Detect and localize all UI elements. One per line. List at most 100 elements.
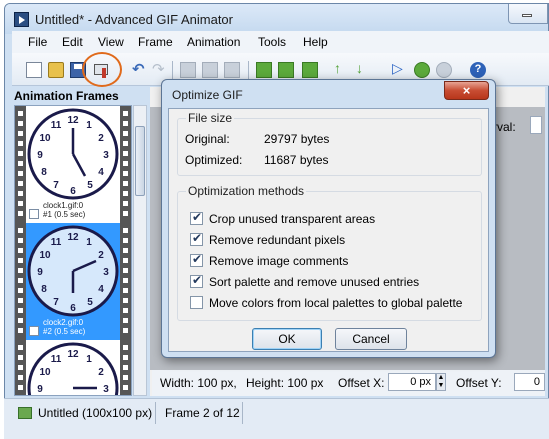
svg-text:9: 9 <box>37 384 43 395</box>
svg-text:11: 11 <box>51 354 62 365</box>
status-separator <box>155 402 156 424</box>
svg-text:12: 12 <box>67 115 79 126</box>
crop-transparent-label[interactable]: Crop unused transparent areas <box>209 212 375 226</box>
frame-item-2[interactable]: 12 1 2 3 4567 8 9 10 11 clock2.gif:0 #2 (0.5 s… <box>15 223 131 340</box>
svg-text:7: 7 <box>53 297 59 308</box>
svg-text:2: 2 <box>98 133 104 144</box>
menu-edit[interactable]: Edit <box>62 35 83 49</box>
remove-redundant-label[interactable]: Remove redundant pixels <box>209 233 345 247</box>
cut-icon[interactable] <box>180 62 196 78</box>
menu-file[interactable]: File <box>28 35 47 49</box>
interval-input[interactable] <box>530 116 542 134</box>
scrollbar-thumb[interactable] <box>135 126 145 196</box>
offset-x-input[interactable]: 0 px <box>388 373 436 391</box>
title-bar: Untitled* - Advanced GIF Animator <box>5 4 548 34</box>
svg-text:2: 2 <box>98 367 104 378</box>
optimized-value: 11687 bytes <box>264 153 329 167</box>
cancel-button[interactable]: Cancel <box>335 328 407 350</box>
move-up-icon[interactable]: ↑ <box>334 60 350 76</box>
svg-text:5: 5 <box>87 180 93 191</box>
frame-checkbox[interactable] <box>29 326 39 336</box>
svg-text:6: 6 <box>70 303 76 314</box>
frame-item-3[interactable]: 12123 891011 <box>15 340 131 395</box>
menu-view[interactable]: View <box>98 35 124 49</box>
svg-text:1: 1 <box>86 120 92 131</box>
svg-text:11: 11 <box>51 120 62 131</box>
sort-palette-label[interactable]: Sort palette and remove unused entries <box>209 275 419 289</box>
play-icon[interactable]: ▷ <box>392 60 408 76</box>
delete-frame-icon[interactable] <box>302 62 318 78</box>
frame-item-1[interactable]: 12 1 2 3 4567 8 9 10 11 clock1.gif:0 #1 (0.5 s… <box>15 106 131 223</box>
menu-frame[interactable]: Frame <box>138 35 173 49</box>
svg-text:3: 3 <box>103 384 109 395</box>
svg-text:8: 8 <box>41 284 47 295</box>
undo-icon[interactable]: ↶ <box>132 60 148 78</box>
open-icon[interactable] <box>48 62 64 78</box>
toolbar-separator <box>248 61 249 79</box>
svg-text:10: 10 <box>39 250 51 261</box>
menu-help[interactable]: Help <box>303 35 328 49</box>
frames-scrollbar[interactable] <box>133 105 147 396</box>
new-icon[interactable] <box>26 62 42 78</box>
frame-properties-bar: Width: 100 px, Height: 100 px Offset X: … <box>152 370 545 396</box>
optimized-label: Optimized: <box>185 153 243 167</box>
offset-y-label: Offset Y: <box>456 376 502 390</box>
ok-button[interactable]: OK <box>252 328 322 350</box>
svg-text:4: 4 <box>98 167 104 178</box>
copy-icon[interactable] <box>202 62 218 78</box>
offset-x-spinner[interactable]: ▲ ▼ <box>436 373 446 391</box>
menu-animation[interactable]: Animation <box>187 35 240 49</box>
redo-icon[interactable]: ↷ <box>152 60 168 78</box>
offset-x-label: Offset X: <box>338 376 385 390</box>
clock-thumbnail: 12123 891011 <box>27 342 119 395</box>
svg-text:12: 12 <box>67 349 79 360</box>
frame-filename: clock2.gif:0 <box>43 318 84 327</box>
highlight-circle <box>82 52 122 87</box>
insert-frame-icon[interactable] <box>256 62 272 78</box>
toolbar-separator <box>172 61 173 79</box>
browser-preview-icon[interactable] <box>436 62 452 78</box>
offset-y-input[interactable]: 0 <box>514 373 545 391</box>
optimize-gif-dialog: Optimize GIF × File size Original: 29797… <box>161 79 496 358</box>
frame-filename: clock1.gif:0 <box>43 201 84 210</box>
frame-checkbox[interactable] <box>29 209 39 219</box>
svg-text:3: 3 <box>103 267 109 278</box>
menu-tools[interactable]: Tools <box>258 35 286 49</box>
remove-redundant-checkbox[interactable] <box>190 231 203 246</box>
paste-icon[interactable] <box>224 62 240 78</box>
svg-text:3: 3 <box>103 150 109 161</box>
status-image-info: Untitled (100x100 px) <box>38 406 153 420</box>
dialog-title: Optimize GIF <box>172 88 243 102</box>
original-label: Original: <box>185 132 230 146</box>
frames-panel-title: Animation Frames <box>14 89 119 103</box>
frames-list: 12 1 2 3 4567 8 9 10 11 clock1.gif:0 #1 (0.5 s… <box>14 105 132 396</box>
crop-transparent-checkbox[interactable] <box>190 210 203 225</box>
add-frame-icon[interactable] <box>278 62 294 78</box>
frame-info: #2 (0.5 sec) <box>43 327 86 336</box>
minimize-button[interactable] <box>508 4 548 24</box>
file-size-group: File size Original: 29797 bytes Optimize… <box>177 111 482 176</box>
width-label: Width: 100 px, <box>160 376 237 390</box>
global-palette-label[interactable]: Move colors from local palettes to globa… <box>209 296 462 310</box>
remove-comments-label[interactable]: Remove image comments <box>209 254 348 268</box>
preview-icon[interactable] <box>414 62 430 78</box>
clock-thumbnail: 12 12 3 4567 8 9 1011 <box>27 225 119 317</box>
status-separator <box>242 402 243 424</box>
help-icon[interactable]: ? <box>470 62 486 78</box>
svg-text:6: 6 <box>70 186 76 197</box>
global-palette-checkbox[interactable] <box>190 296 203 309</box>
svg-text:2: 2 <box>98 250 104 261</box>
move-down-icon[interactable]: ↓ <box>356 60 372 76</box>
remove-comments-checkbox[interactable] <box>190 252 203 267</box>
svg-text:1: 1 <box>86 354 92 365</box>
methods-title: Optimization methods <box>186 184 307 198</box>
svg-text:10: 10 <box>39 133 51 144</box>
sort-palette-checkbox[interactable] <box>190 273 203 288</box>
frame-info: #1 (0.5 sec) <box>43 210 86 219</box>
svg-text:12: 12 <box>67 232 79 243</box>
frames-panel: Animation Frames 12 1 2 3 4567 8 9 10 11 clock… <box>12 87 147 396</box>
interval-label: rval: <box>493 120 516 134</box>
height-label: Height: 100 px <box>246 376 324 390</box>
original-value: 29797 bytes <box>264 132 330 146</box>
close-icon[interactable]: × <box>444 81 489 100</box>
